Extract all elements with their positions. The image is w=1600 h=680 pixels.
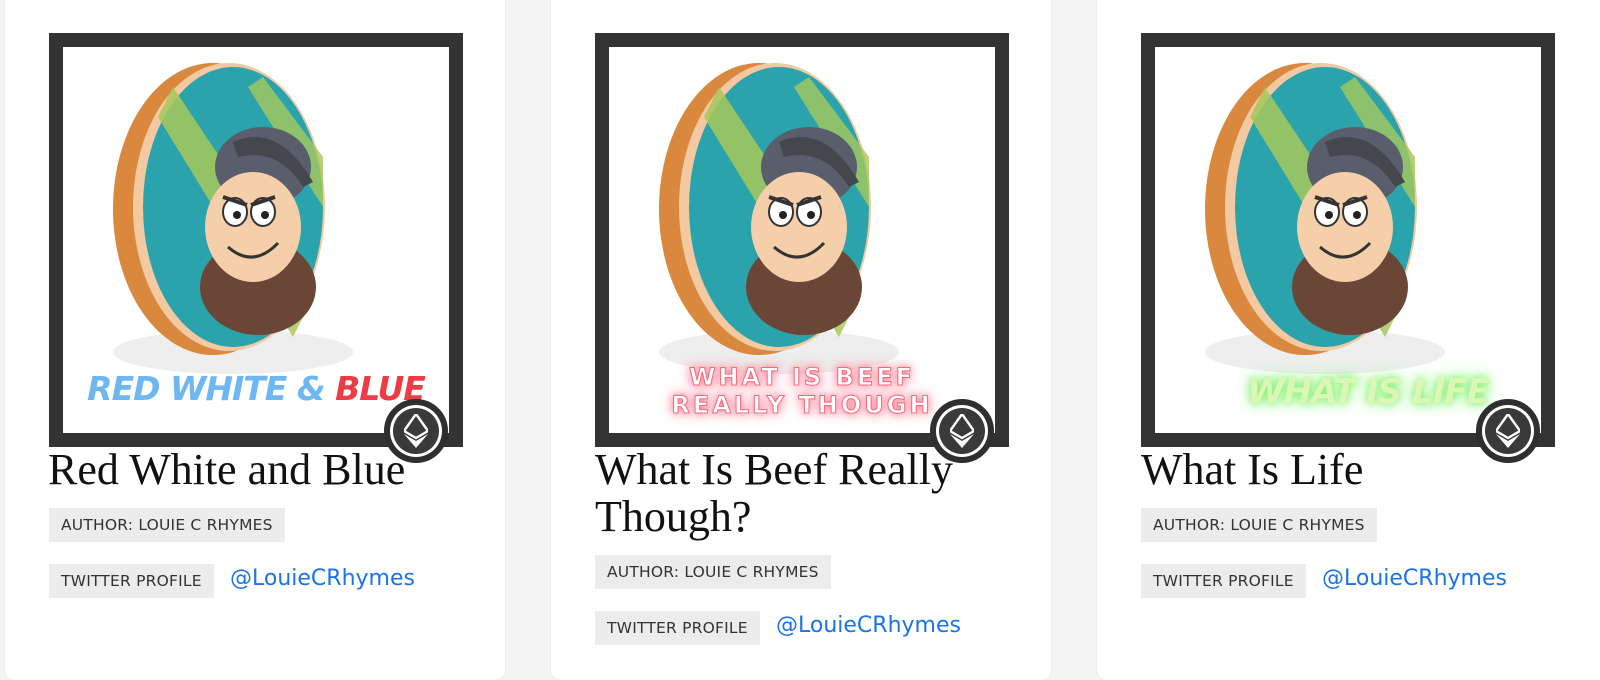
nft-image-frame[interactable]: WHAT IS LIFE (1141, 33, 1555, 447)
nft-image-frame[interactable]: RED WHITE & BLUE (49, 33, 463, 447)
twitter-profile-label: TWITTER PROFILE (595, 611, 760, 645)
artwork-caption: RED WHITE & BLUE (87, 369, 426, 408)
nft-artwork: WHAT IS LIFE (1155, 47, 1541, 433)
author-tag: AUTHOR: LOUIE C RHYMES (1141, 508, 1377, 542)
nft-title[interactable]: Red White and Blue (48, 446, 468, 493)
twitter-handle-link[interactable]: @LouieCRhymes (1322, 566, 1507, 592)
twitter-profile-label: TWITTER PROFILE (1141, 564, 1306, 598)
nft-title[interactable]: What Is Life (1141, 446, 1561, 493)
nft-card[interactable]: WHAT IS LIFE What Is Life AUTHOR: LOUIE … (1097, 0, 1600, 680)
twitter-handle-link[interactable]: @LouieCRhymes (776, 613, 961, 639)
ethereum-icon (950, 414, 974, 448)
nft-title[interactable]: What Is Beef Really Though? (595, 446, 1015, 540)
nft-artwork: WHAT IS BEEF REALLY THOUGH (609, 47, 995, 433)
twitter-handle-link[interactable]: @LouieCRhymes (230, 566, 415, 592)
author-tag: AUTHOR: LOUIE C RHYMES (49, 508, 285, 542)
twitter-profile-label: TWITTER PROFILE (49, 564, 214, 598)
ethereum-icon (1496, 414, 1520, 448)
author-tag: AUTHOR: LOUIE C RHYMES (595, 555, 831, 589)
nft-image-frame[interactable]: WHAT IS BEEF REALLY THOUGH (595, 33, 1009, 447)
nft-artwork: RED WHITE & BLUE (63, 47, 449, 433)
nft-card[interactable]: RED WHITE & BLUE Red White and Blue AUTH… (5, 0, 505, 680)
nft-card[interactable]: WHAT IS BEEF REALLY THOUGH What Is Beef … (551, 0, 1051, 680)
ethereum-icon (404, 414, 428, 448)
